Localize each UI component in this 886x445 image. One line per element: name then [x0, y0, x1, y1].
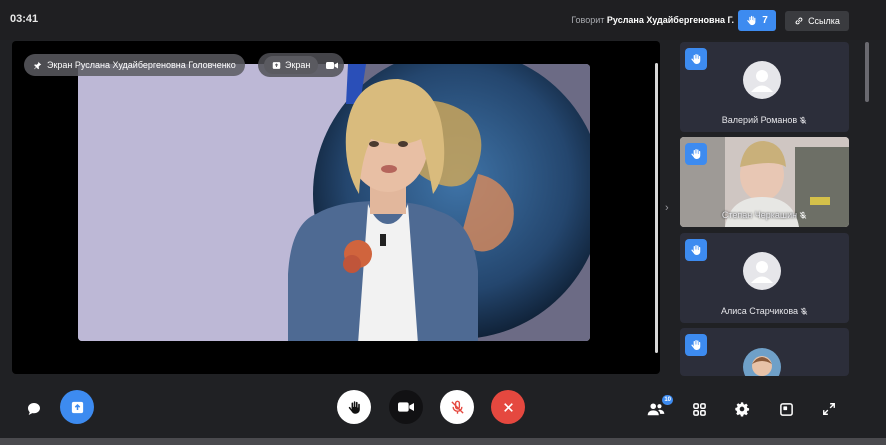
- avatar: [743, 348, 781, 376]
- microphone-button[interactable]: [440, 390, 474, 424]
- avatar: [743, 252, 781, 290]
- link-icon: [795, 17, 803, 25]
- camera-small-icon[interactable]: [326, 61, 339, 70]
- participant-name: Алиса Старчикова: [720, 306, 799, 316]
- grid-icon[interactable]: [688, 398, 710, 420]
- raise-hand-icon: [685, 239, 707, 261]
- pinned-screen-label[interactable]: Экран Руслана Худайбергеновна Головченко: [24, 54, 245, 76]
- microphone-muted-icon: [800, 307, 808, 315]
- video-frame-image: [78, 64, 590, 341]
- microphone-muted-icon: [450, 400, 464, 414]
- speaker-name: Руслана Худайбергеновна Г.: [606, 15, 734, 25]
- participant-name: Степан Черкашин: [721, 210, 798, 220]
- pin-icon: [34, 61, 42, 69]
- screen-tab-label: Экран: [285, 60, 311, 70]
- settings-icon[interactable]: [731, 398, 753, 420]
- end-call-button[interactable]: [491, 390, 525, 424]
- raised-hands-count: 7: [762, 15, 768, 26]
- share-screen-icon: [272, 61, 281, 69]
- participant-tile[interactable]: Алиса Старчикова: [680, 233, 849, 323]
- raised-hands-button[interactable]: 7: [738, 10, 776, 31]
- share-screen-button[interactable]: [60, 390, 94, 424]
- speaker-prefix: Говорит: [571, 15, 605, 25]
- participants-scrollbar[interactable]: [865, 42, 869, 102]
- screen-share-stage[interactable]: [12, 41, 660, 374]
- participant-name-row: Алиса Старчикова: [680, 306, 849, 316]
- controls-bar: 10: [0, 378, 886, 445]
- active-speaker: Говорит Руслана Худайбергеновна Г.: [571, 15, 734, 25]
- stage-scrollbar[interactable]: [655, 63, 658, 353]
- copy-link-button[interactable]: Ссылка: [785, 11, 849, 31]
- raise-hand-icon: [685, 48, 707, 70]
- microphone-muted-icon: [799, 116, 807, 124]
- chevron-right-icon[interactable]: ›: [665, 202, 669, 214]
- layout-icon[interactable]: [775, 398, 797, 420]
- share-screen-icon: [71, 401, 83, 413]
- camera-icon: [398, 402, 414, 412]
- participants-icon: [647, 403, 665, 416]
- camera-button[interactable]: [389, 390, 423, 424]
- chat-icon[interactable]: [23, 398, 45, 420]
- participant-tile[interactable]: [680, 328, 849, 376]
- microphone-muted-icon: [799, 211, 807, 219]
- raise-hand-icon: [685, 334, 707, 356]
- participant-name-row: Валерий Романов: [680, 115, 849, 125]
- avatar: [743, 61, 781, 99]
- participant-name: Валерий Романов: [721, 115, 798, 125]
- participants-count-badge: 10: [662, 395, 673, 405]
- call-timer: 03:41: [10, 13, 39, 25]
- end-call-icon: [503, 402, 513, 412]
- raise-hand-icon: [747, 15, 756, 26]
- shared-screen-video: [78, 64, 590, 341]
- participant-tile[interactable]: Валерий Романов: [680, 42, 849, 132]
- raise-hand-icon: [348, 400, 360, 414]
- top-bar: 03:41 Говорит Руслана Худайбергеновна Г.…: [0, 0, 886, 40]
- screen-tab[interactable]: Экран: [264, 56, 319, 74]
- participants-button[interactable]: 10: [645, 395, 673, 420]
- raise-hand-icon: [685, 143, 707, 165]
- participant-name-row: Степан Черкашин: [680, 210, 849, 220]
- screen-switcher[interactable]: Экран: [258, 53, 344, 77]
- participant-tile[interactable]: Степан Черкашин: [680, 137, 849, 227]
- bottom-taskbar-strip: [0, 438, 886, 445]
- raise-hand-button[interactable]: [337, 390, 371, 424]
- fullscreen-icon[interactable]: [818, 398, 840, 420]
- link-label: Ссылка: [808, 16, 840, 26]
- pinned-screen-text: Экран Руслана Худайбергеновна Головченко: [47, 60, 236, 70]
